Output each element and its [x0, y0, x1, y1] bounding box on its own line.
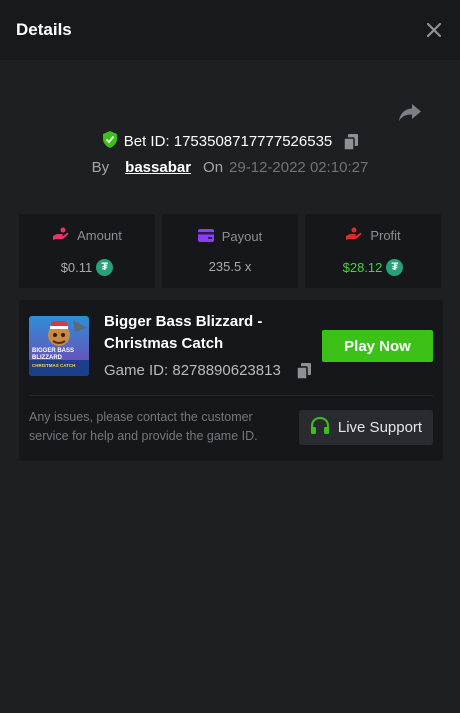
amount-card: Amount $0.11 ₮ — [19, 214, 155, 288]
verified-shield-icon — [102, 131, 118, 152]
tether-icon: ₮ — [386, 258, 404, 276]
payout-card: Payout 235.5 x — [162, 214, 298, 288]
bet-id-row: Bet ID: 1753508717777526535 — [0, 131, 460, 152]
live-support-label: Live Support — [337, 419, 423, 436]
on-label: On — [203, 159, 224, 176]
profit-value: $28.12 — [342, 259, 383, 275]
thumb-text-bot: CHRISTMAS CATCH — [32, 363, 76, 368]
username-link[interactable]: bassabar — [125, 159, 191, 176]
profit-hand-icon — [345, 227, 362, 245]
amount-value: $0.11 — [60, 259, 93, 275]
bet-id: Bet ID: 1753508717777526535 — [123, 133, 333, 150]
live-support-button[interactable]: Live Support — [299, 410, 433, 445]
game-name[interactable]: Bigger Bass Blizzard - Christmas Catch — [104, 311, 284, 355]
by-label: By — [91, 159, 110, 176]
copy-game-id-icon[interactable] — [296, 362, 311, 379]
game-id: Game ID: 8278890623813 — [104, 362, 281, 379]
amount-label: Amount — [77, 228, 122, 243]
close-icon[interactable] — [424, 20, 444, 40]
game-thumbnail[interactable]: BIGGER BASS BLIZZARD CHRISTMAS CATCH — [29, 316, 89, 376]
payout-label: Payout — [221, 229, 263, 244]
share-icon[interactable] — [398, 102, 424, 124]
thumb-text-mid: BLIZZARD — [32, 355, 62, 361]
wallet-card-icon — [197, 228, 214, 245]
bet-owner-row: By bassabar On 29-12-2022 02:10:27 — [0, 159, 460, 176]
page-title: Details — [16, 20, 72, 39]
payout-value: 235.5 x — [208, 258, 252, 274]
divider — [29, 395, 433, 396]
profit-label: Profit — [370, 228, 401, 243]
details-header: Details — [0, 0, 460, 60]
support-message: Any issues, please contact the customer … — [29, 410, 258, 443]
headset-icon — [310, 416, 330, 439]
game-card: BIGGER BASS BLIZZARD CHRISTMAS CATCH Big… — [19, 300, 443, 461]
bet-date: 29-12-2022 02:10:27 — [229, 159, 369, 176]
copy-bet-id-icon[interactable] — [344, 133, 359, 150]
bet-stats: Amount $0.11 ₮ Payout 235.5 x Profit $28… — [19, 214, 441, 288]
profit-card: Profit $28.12 ₮ — [305, 214, 441, 288]
game-id-row: Game ID: 8278890623813 — [104, 362, 311, 379]
tether-icon: ₮ — [96, 258, 114, 276]
play-now-button[interactable]: Play Now — [322, 330, 433, 362]
thumb-text-top: BIGGER BASS — [32, 348, 75, 354]
amount-hand-icon — [52, 227, 69, 245]
